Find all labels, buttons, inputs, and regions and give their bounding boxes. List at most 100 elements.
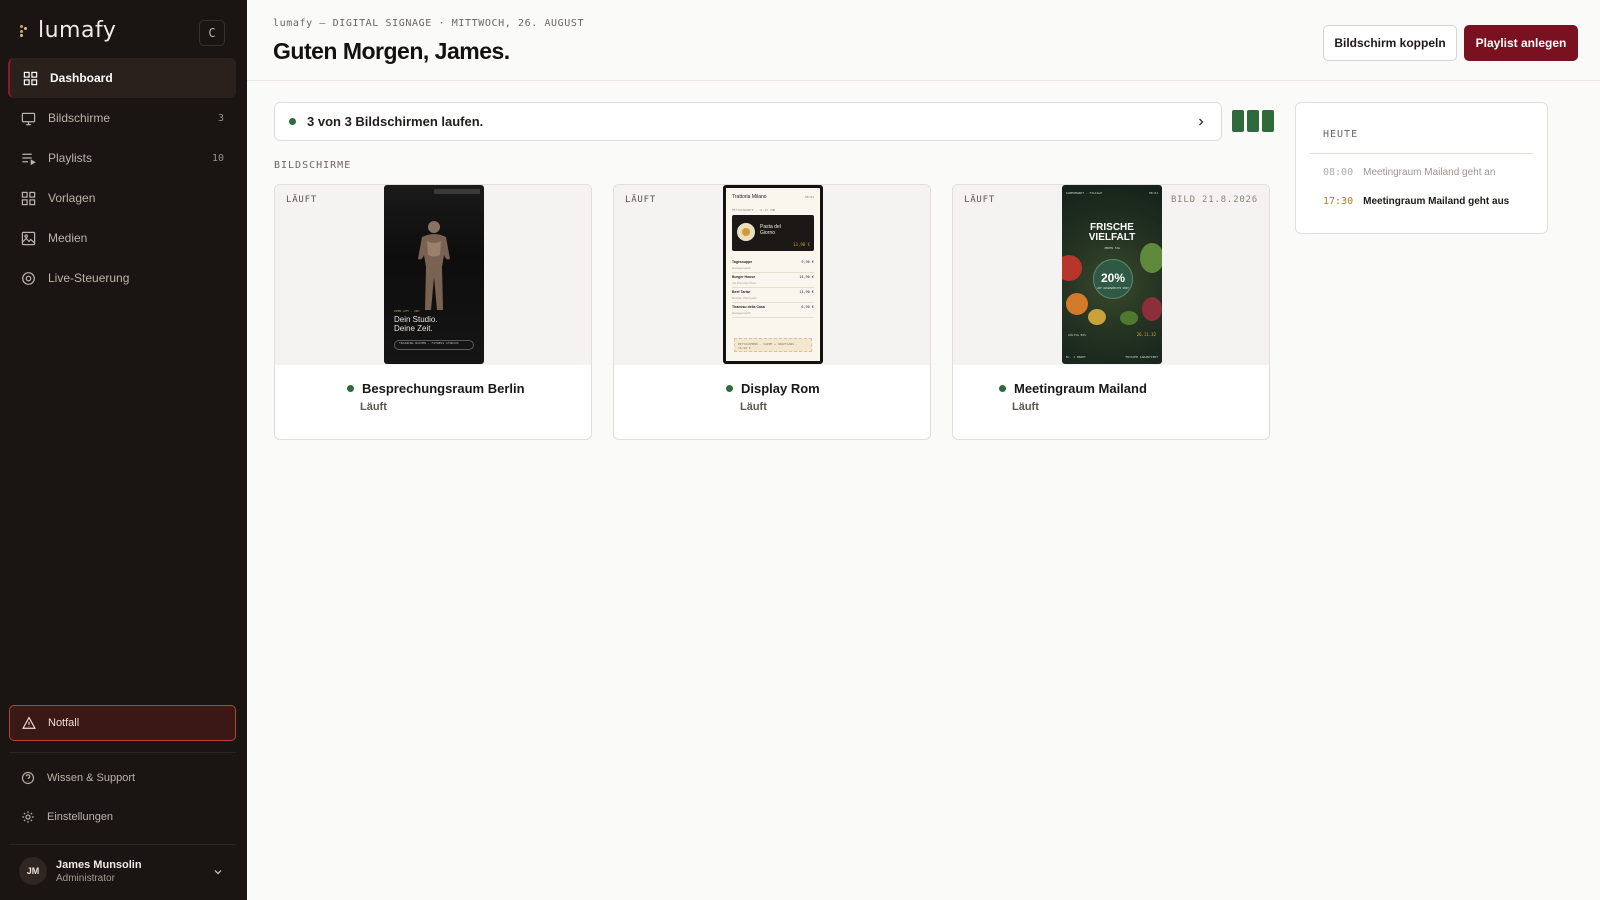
screen-name: Meetingraum Mailand — [1014, 381, 1147, 396]
preview-topline-right: 08:01 — [1148, 191, 1158, 195]
preview-footer-left: Nr. 1 MARKT — [1066, 355, 1086, 359]
screen-status-bar — [1247, 110, 1259, 132]
preview-subline: JEDEN TAG — [1103, 246, 1121, 250]
status-text: 3 von 3 Bildschirmen laufen. — [307, 114, 484, 129]
sidebar-item-label: Vorlagen — [48, 191, 96, 205]
live-control-icon — [20, 270, 36, 286]
feature-price: 13,90 € — [793, 242, 810, 247]
sidebar-item-playlists[interactable]: Playlists 10 — [8, 138, 236, 178]
screen-card[interactable]: LÄUFT Trattoria Milano 08:01 MITTAGSKART… — [613, 184, 931, 440]
sidebar-item-live-steuerung[interactable]: Live-Steuerung — [8, 258, 236, 298]
sidebar-item-label: Bildschirme — [48, 111, 111, 125]
pair-screen-button[interactable]: Bildschirm koppeln — [1323, 25, 1457, 61]
tomato-icon — [1062, 255, 1082, 281]
status-dot-icon — [999, 385, 1006, 392]
preview-headline: FRISCHE VIELFALT — [1062, 223, 1162, 243]
preview-footer: Nr. 1 MARKT FRISCHE GARANTIERT — [1066, 355, 1158, 359]
preview-label: GÜLTIG BIS — [1068, 333, 1087, 337]
plate-icon — [737, 223, 755, 241]
breadcrumb: lumafy — DIGITAL SIGNAGE · MITTWOCH, 26.… — [273, 18, 585, 29]
status-badge: LÄUFT — [964, 195, 996, 205]
event-text: Meetingraum Mailand geht an — [1363, 167, 1496, 178]
sidebar-divider — [9, 752, 236, 753]
sidebar-item-bildschirme[interactable]: Bildschirme 3 — [8, 98, 236, 138]
screen-card[interactable]: LÄUFT OPEN GYM · 24H Dein Studio. Deine … — [274, 184, 592, 440]
chevron-right-icon — [1195, 115, 1207, 133]
sidebar-item-label: Dashboard — [50, 71, 113, 85]
sidebar-item-vorlagen[interactable]: Vorlagen — [8, 178, 236, 218]
sidebar-item-count: 3 — [217, 112, 224, 124]
feature-title-line: Giorno — [760, 230, 776, 236]
user-name: James Munsolin — [56, 858, 142, 871]
screen-status-bar — [1262, 110, 1274, 132]
screens-status-bar[interactable]: 3 von 3 Bildschirmen laufen. — [274, 102, 1222, 141]
settings-label: Einstellungen — [47, 811, 114, 823]
user-menu[interactable]: JM James Munsolin Administrator — [8, 852, 236, 890]
app-name: lumafy — [38, 18, 117, 43]
sidebar-item-label: Playlists — [48, 151, 93, 165]
discount-value: 20% — [1100, 271, 1126, 285]
discount-badge: 20% AUF AUSGEWÄHLTES OBST — [1093, 259, 1133, 299]
screen-thumbnail: OPEN GYM · 24H Dein Studio. Deine Zeit. … — [384, 185, 484, 364]
main-nav: Dashboard Bildschirme 3 Playlists 10 Vor… — [8, 58, 236, 298]
screen-status-bar — [1232, 110, 1244, 132]
screen-card[interactable]: LÄUFT BILD 21.8.2026 SUPERMARKT · FILIAL… — [952, 184, 1270, 440]
pepper-icon — [1088, 309, 1106, 325]
menu-row: Tiramisu della Casa 6,90 € Hausgemacht — [732, 304, 814, 318]
screen-state: Läuft — [740, 401, 767, 413]
sidebar-item-dashboard[interactable]: Dashboard — [8, 58, 236, 98]
screen-name-row: Meetingraum Mailand — [999, 381, 1147, 396]
section-label-screens: BILDSCHIRME — [274, 160, 352, 171]
sidebar-item-label: Medien — [48, 231, 88, 245]
screen-name-row: Besprechungsraum Berlin — [347, 381, 525, 396]
preview-title: Trattoria Milano — [732, 194, 767, 200]
screen-name: Besprechungsraum Berlin — [362, 381, 525, 396]
preview-footer-right: FRISCHE GARANTIERT — [1125, 355, 1158, 359]
today-divider — [1310, 153, 1533, 154]
avatar: JM — [19, 857, 47, 885]
collapse-sidebar-button[interactable]: C — [199, 20, 225, 46]
orange-icon — [1066, 293, 1088, 315]
preview-headline-line: Deine Zeit. — [394, 324, 433, 333]
preview-time: 08:01 — [804, 195, 814, 199]
schedule-event[interactable]: 17:30 Meetingraum Mailand geht aus — [1323, 196, 1509, 207]
emergency-label: Notfall — [48, 717, 80, 729]
menu-row-price: 6,90 € — [801, 305, 814, 309]
menu-row: Tagessuppe 5,90 € Hausgemacht — [732, 259, 814, 273]
menu-row-price: 13,90 € — [799, 290, 814, 294]
screens-status-bars — [1232, 110, 1274, 132]
image-icon — [20, 230, 36, 246]
emergency-button[interactable]: Notfall — [9, 705, 236, 741]
menu-row-desc: Rucola, Parmesan — [732, 296, 757, 300]
screen-thumbnail: SUPERMARKT · FILIALE 08:01 FRISCHE VIELF… — [1062, 185, 1162, 364]
status-dot-icon — [726, 385, 733, 392]
support-label: Wissen & Support — [47, 772, 136, 784]
menu-row-price: 5,90 € — [801, 260, 814, 264]
playlist-icon — [20, 150, 36, 166]
event-text: Meetingraum Mailand geht aus — [1363, 196, 1510, 207]
today-panel: HEUTE 08:00 Meetingraum Mailand geht an … — [1295, 102, 1548, 234]
menu-row-desc: Hausgemacht — [732, 266, 751, 270]
screen-name-row: Display Rom — [726, 381, 820, 396]
chevron-down-icon — [212, 865, 224, 883]
menu-row: Beef Tartar 13,90 € Rucola, Parmesan — [732, 289, 814, 303]
sidebar-divider — [9, 844, 236, 845]
menu-row-desc: mit Pommes frites — [732, 281, 757, 285]
schedule-event[interactable]: 08:00 Meetingraum Mailand geht an — [1323, 167, 1495, 178]
event-time: 17:30 — [1323, 196, 1354, 207]
preview-headline: Dein Studio. Deine Zeit. — [394, 315, 438, 333]
logo-mark-icon — [20, 24, 30, 37]
create-playlist-button[interactable]: Playlist anlegen — [1464, 25, 1578, 61]
page-header: lumafy — DIGITAL SIGNAGE · MITTWOCH, 26.… — [247, 0, 1600, 81]
status-dot-icon — [289, 118, 296, 125]
screen-state: Läuft — [360, 401, 387, 413]
sidebar-item-medien[interactable]: Medien — [8, 218, 236, 258]
preview-kicker: OPEN GYM · 24H — [394, 309, 420, 313]
support-link[interactable]: Wissen & Support — [8, 763, 236, 793]
screen-preview: LÄUFT Trattoria Milano 08:01 MITTAGSKART… — [614, 185, 930, 365]
event-time: 08:00 — [1323, 167, 1354, 178]
today-label: HEUTE — [1323, 129, 1359, 140]
settings-link[interactable]: Einstellungen — [8, 802, 236, 832]
screen-state: Läuft — [1012, 401, 1039, 413]
app-logo[interactable]: lumafy — [20, 18, 116, 43]
